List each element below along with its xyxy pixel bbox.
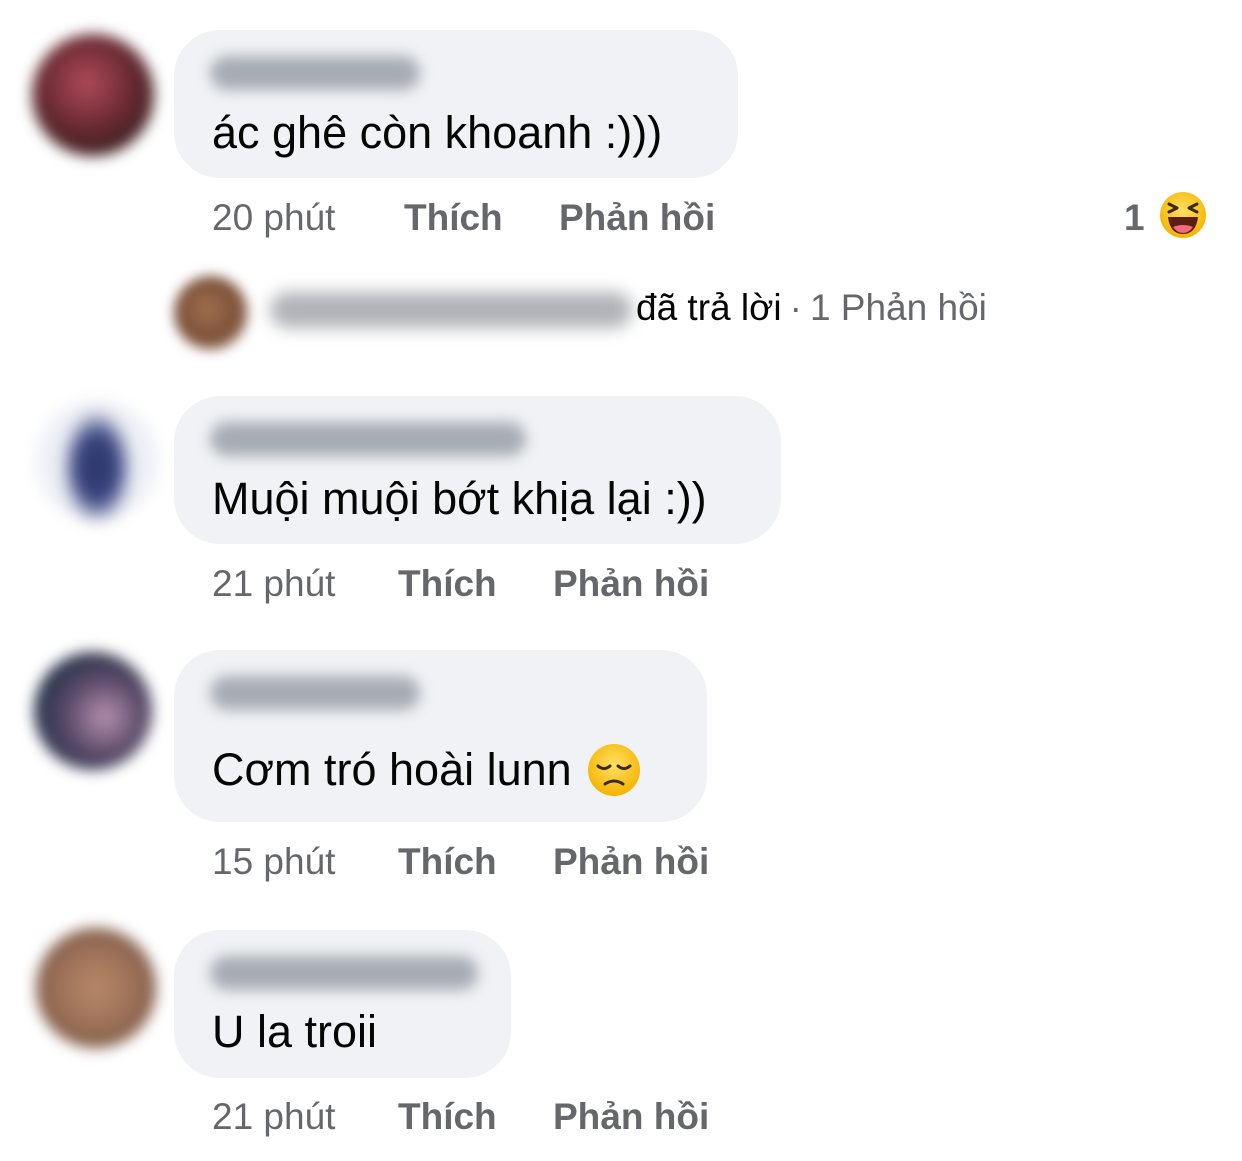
like-button[interactable]: Thích xyxy=(398,562,497,606)
reaction-count: 1 xyxy=(1124,197,1145,238)
author-name-blurred[interactable] xyxy=(210,676,420,710)
replies-summary[interactable]: đã trả lời · 1 Phản hồi xyxy=(174,268,1074,352)
comment-text: U la troii xyxy=(212,1006,378,1057)
avatar[interactable] xyxy=(36,400,158,522)
like-button[interactable]: Thích xyxy=(398,840,497,884)
comment-text-content: Cơm tró hoài lunn xyxy=(212,744,572,795)
comment-text: ác ghê còn khoanh :))) xyxy=(212,107,663,158)
reply-button[interactable]: Phản hồi xyxy=(553,840,709,884)
comment-bubble: Cơm tró hoài lunn xyxy=(174,650,707,822)
reply-author-name-blurred xyxy=(270,292,632,328)
comment-text: Cơm tró hoài lunn xyxy=(212,742,642,801)
author-name-blurred[interactable] xyxy=(210,56,420,90)
reply-author-avatar xyxy=(174,276,248,350)
timestamp: 15 phút xyxy=(212,841,336,882)
timestamp: 21 phút xyxy=(212,563,336,604)
comment-text: Muội muội bớt khịa lại :)) xyxy=(212,473,707,524)
comment-bubble: U la troii xyxy=(174,930,511,1078)
author-name-blurred[interactable] xyxy=(210,956,478,990)
laughing-emoji-icon xyxy=(1160,192,1206,238)
like-button[interactable]: Thích xyxy=(404,196,503,240)
reply-count: 1 Phản hồi xyxy=(809,287,987,328)
reply-button[interactable]: Phản hồi xyxy=(553,562,709,606)
reaction-summary[interactable]: 1 xyxy=(1124,192,1206,240)
avatar[interactable] xyxy=(32,34,154,156)
avatar[interactable] xyxy=(36,928,156,1048)
reply-button[interactable]: Phản hồi xyxy=(559,196,715,240)
like-button[interactable]: Thích xyxy=(398,1095,497,1139)
timestamp: 21 phút xyxy=(212,1096,336,1137)
reply-info[interactable]: đã trả lời · 1 Phản hồi xyxy=(636,286,987,330)
avatar[interactable] xyxy=(34,652,152,770)
comment-bubble: Muội muội bớt khịa lại :)) xyxy=(174,396,781,544)
replied-label: đã trả lời xyxy=(636,287,782,328)
comment-bubble: ác ghê còn khoanh :))) xyxy=(174,30,738,178)
timestamp: 20 phút xyxy=(212,197,336,238)
separator: · xyxy=(789,287,802,328)
disappointed-face-icon xyxy=(587,744,640,797)
author-name-blurred[interactable] xyxy=(210,422,526,456)
reply-button[interactable]: Phản hồi xyxy=(553,1095,709,1139)
